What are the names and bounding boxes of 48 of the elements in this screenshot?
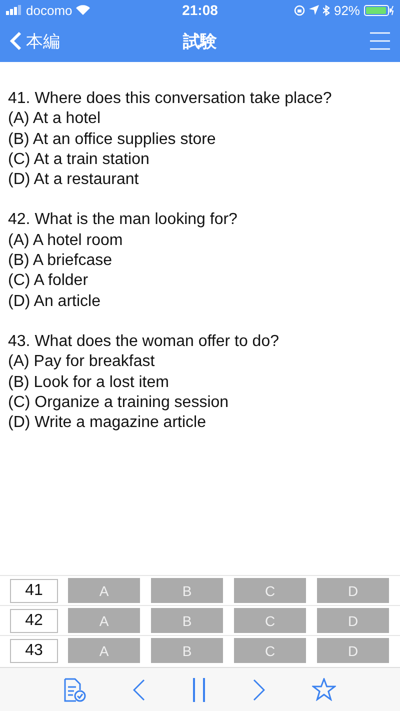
wifi-icon [76, 5, 90, 15]
answer-option: (D) An article [8, 292, 392, 312]
answer-option: (A) A hotel room [8, 230, 392, 252]
question-text: 42. What is the man looking for? [8, 210, 238, 230]
question-number: 42 [10, 608, 58, 632]
question-number: 43 [10, 638, 58, 662]
choice-button[interactable]: C [234, 608, 306, 633]
answer-option: (C) At a train station [8, 150, 392, 170]
question-number: 41 [10, 578, 58, 602]
answer-option: (C) Organize a training session [8, 392, 392, 414]
chevron-icon [10, 31, 22, 51]
answer-option: (B) At an office supplies store [8, 130, 392, 150]
location-icon [308, 5, 319, 15]
choice-button[interactable]: D [317, 638, 389, 663]
back-button[interactable]: 本編 [10, 30, 100, 52]
question-text: 43. What does the woman offer to do? [8, 332, 280, 352]
choice-button[interactable]: C [234, 578, 306, 603]
choice-button[interactable]: B [151, 608, 223, 633]
screen-title: 試験 [183, 30, 217, 52]
answer-option: (D) At a restaurant [8, 170, 392, 190]
answer-sheet-icon[interactable] [64, 678, 86, 702]
answer-option: (A) At a hotel [8, 109, 392, 130]
star-icon[interactable] [312, 678, 336, 701]
answer-option: (D) Write a magazine article [8, 413, 392, 434]
choice-button[interactable]: A [68, 608, 140, 633]
choice-button[interactable]: B [151, 638, 223, 663]
answer-option: (B) Look for a lost item [8, 372, 392, 393]
answer-option: (A) Pay for breakfast [8, 352, 392, 373]
battery-percent: 92% [334, 2, 360, 18]
choice-button[interactable]: B [151, 578, 223, 603]
next-icon[interactable] [253, 678, 266, 700]
status-time: 21:08 [182, 2, 218, 18]
bluetooth-icon [322, 4, 330, 16]
answer-option: (B) A briefcase [8, 251, 392, 272]
answer-option: (C) A folder [8, 271, 392, 292]
choice-button[interactable]: A [68, 638, 140, 663]
choice-button[interactable]: D [317, 578, 389, 603]
choice-button[interactable]: D [317, 608, 389, 633]
battery-icon [364, 4, 394, 16]
signal-icon [6, 5, 22, 15]
choice-button[interactable]: C [234, 638, 306, 663]
carrier-name: docomo [26, 2, 72, 18]
pause-icon[interactable] [192, 678, 206, 702]
question-text: 41. Where does this conversation take place? [8, 89, 333, 109]
choice-button[interactable]: A [68, 578, 140, 603]
lock-rotation-icon [294, 4, 305, 16]
menu-icon[interactable] [370, 32, 390, 50]
previous-icon[interactable] [132, 678, 145, 700]
